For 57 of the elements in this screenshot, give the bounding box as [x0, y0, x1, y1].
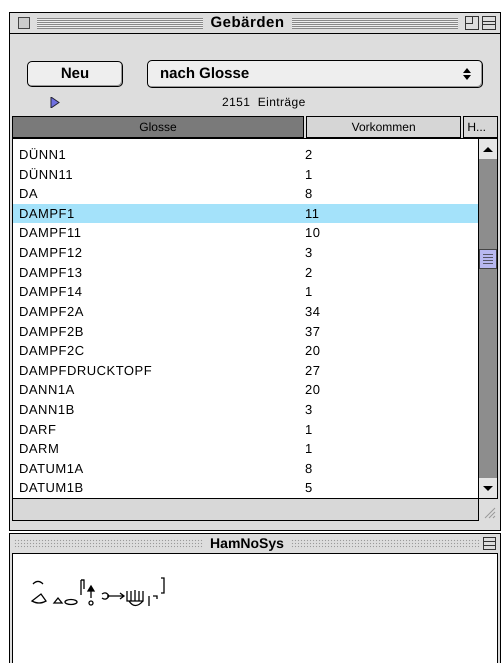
title-bar[interactable]: HamNoSys [10, 534, 500, 553]
column-header[interactable]: Vorkommen [306, 116, 462, 138]
table-cell-text: DÜNN11 [18, 166, 74, 184]
table-cell-text: 5 [305, 479, 313, 498]
table-cell-text: 8 [305, 185, 313, 204]
table-cell-text: DAMPF11 [18, 224, 82, 242]
table-cell-text: 20 [305, 381, 320, 400]
table-cell-text: 1 [305, 440, 313, 458]
table-cell-text: DAMPF13 [18, 264, 84, 282]
sort-popup[interactable]: nach Glosse [147, 60, 483, 88]
table-cell-text: 2 [305, 264, 313, 282]
table-cell-text: DAMPFDRUCKTOPF [18, 362, 154, 380]
table-cell-text: 1 [305, 166, 313, 184]
table-cell-text: 10 [305, 224, 320, 242]
panel-title: HamNoSys [209, 534, 285, 553]
column-header[interactable]: H... [463, 116, 498, 138]
zoom-box-icon[interactable] [465, 16, 479, 30]
table-cell-text: 1 [305, 420, 313, 439]
horizontal-scrollbar[interactable] [12, 499, 479, 521]
table-cell-text: DATUM1B [18, 479, 85, 498]
table-cell-text: DAMPF14 [18, 283, 84, 302]
new-button[interactable]: Neu [27, 61, 123, 87]
table-cell-text: DÜNN1 [18, 146, 68, 164]
table-cell-text: 2 [305, 146, 313, 164]
table-cell-text: 20 [305, 342, 320, 360]
table-cell-text: DATUM1A [18, 460, 85, 478]
close-box-icon[interactable] [18, 17, 30, 29]
window-title: Gebärden [209, 12, 286, 33]
table-cell-text: DAMPF2A [18, 302, 85, 321]
column-header[interactable]: Glosse [12, 116, 304, 138]
table-cell-text: 1 [305, 283, 313, 302]
table-cell-text: DAMPF1 [18, 204, 76, 223]
table-cell-text: DAMPF12 [18, 244, 84, 262]
table-cell-text: 3 [305, 244, 313, 262]
title-bar[interactable]: Gebärden [10, 13, 500, 34]
table-cell-text: DANN1A [18, 381, 76, 400]
table-cell-text: DARM [18, 440, 60, 458]
notation-area[interactable] [12, 553, 498, 663]
up-down-arrows-icon [462, 67, 472, 81]
table-cell-text: 37 [305, 322, 320, 341]
table-cell-text: DA [18, 185, 40, 204]
collapse-box-icon[interactable] [483, 537, 496, 550]
scroll-thumb[interactable] [479, 248, 497, 268]
table-cell-text: DAMPF2B [18, 322, 85, 341]
table-cell-text: DANN1B [18, 400, 76, 419]
table-cell-text: DARF [18, 420, 58, 439]
table-cell-text: DAMPF2C [18, 342, 86, 360]
entry-count: 2151 Einträge [222, 94, 306, 111]
table-cell-text: 27 [305, 362, 320, 380]
table-cell-text: 8 [305, 460, 313, 478]
table-cell-text: 3 [305, 400, 313, 419]
table-cell-text: 34 [305, 302, 320, 321]
disclosure-triangle-icon[interactable] [50, 96, 60, 108]
vertical-scrollbar[interactable] [478, 139, 497, 498]
table-row[interactable]: DAMPF1 11 [13, 204, 478, 224]
table-cell-text: 11 [305, 204, 320, 223]
collapse-box-icon[interactable] [482, 16, 496, 30]
